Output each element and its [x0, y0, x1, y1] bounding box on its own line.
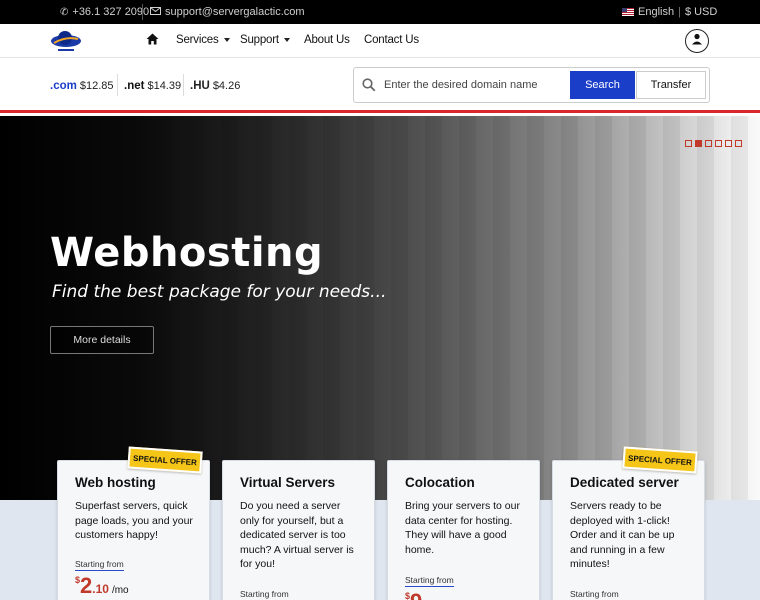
locale-divider: |	[678, 6, 681, 18]
slider-dot-active[interactable]	[695, 140, 702, 147]
user-account-button[interactable]	[685, 29, 709, 53]
price-integer: 9	[410, 589, 422, 600]
tld-hu[interactable]: .HU $4.26	[190, 80, 240, 92]
tld-net[interactable]: .net $14.39	[124, 80, 181, 92]
phone-icon: ✆	[60, 6, 69, 18]
slider-dot[interactable]	[725, 140, 732, 147]
special-offer-badge: SPECIAL OFFER	[127, 446, 203, 474]
user-icon	[691, 32, 703, 50]
domain-search-input[interactable]	[384, 71, 564, 99]
hero-title: Webhosting	[50, 230, 324, 276]
starting-from-label: Starting from	[240, 589, 289, 599]
tld-hu-price: $4.26	[212, 80, 241, 92]
email-address: support@servergalactic.com	[165, 6, 305, 18]
divider	[117, 74, 118, 96]
nav-services[interactable]: Services	[176, 34, 230, 46]
envelope-icon	[150, 6, 161, 18]
divider	[142, 4, 143, 20]
language-label: English	[638, 6, 675, 18]
nav-about-label: About Us	[304, 34, 350, 46]
price-integer: 2	[80, 573, 93, 598]
divider	[183, 74, 184, 96]
nav-support[interactable]: Support	[240, 34, 290, 46]
card-title: Colocation	[405, 475, 475, 490]
nav-contact-us[interactable]: Contact Us	[364, 34, 419, 46]
nav-services-label: Services	[176, 34, 219, 46]
service-card-colocation[interactable]: Colocation Bring your servers to our dat…	[387, 460, 540, 600]
card-description: Servers ready to be deployed with 1-clic…	[570, 500, 675, 570]
hero-slider: Webhosting Find the best package for you…	[0, 116, 760, 500]
nav-contact-label: Contact Us	[364, 34, 419, 46]
domain-search-bar: .com $12.85 .net $14.39 .HU $4.26 Search…	[0, 58, 760, 113]
slider-dot[interactable]	[705, 140, 712, 147]
phone-number: +36.1 327 2090	[72, 6, 150, 18]
email-contact[interactable]: support@servergalactic.com	[150, 6, 305, 18]
starting-from-label: Starting from	[570, 589, 619, 599]
slider-dot[interactable]	[715, 140, 722, 147]
card-description: Bring your servers to our data center fo…	[405, 500, 520, 556]
starting-from-label: Starting from	[405, 575, 454, 587]
slider-pagination	[685, 140, 742, 147]
tld-net-name: .net	[124, 80, 145, 92]
currency-label: $ USD	[684, 6, 718, 18]
card-price: $ 9	[405, 589, 422, 600]
search-button[interactable]: Search	[570, 71, 635, 99]
transfer-button[interactable]: Transfer	[636, 71, 706, 99]
price-decimal: .10	[92, 582, 109, 596]
servergalactic-logo[interactable]	[50, 28, 82, 54]
slider-dot[interactable]	[735, 140, 742, 147]
special-offer-badge: SPECIAL OFFER	[622, 446, 698, 474]
tld-com[interactable]: .com $12.85	[50, 80, 114, 92]
domain-search-form: Search Transfer	[353, 67, 710, 103]
search-icon	[362, 78, 376, 92]
service-card-virtual-servers[interactable]: Virtual Servers Do you need a server onl…	[222, 460, 375, 600]
tld-hu-name: .HU	[190, 80, 210, 92]
us-flag-icon	[622, 8, 634, 16]
card-description: Superfast servers, quick page loads, you…	[75, 500, 193, 541]
hero-subtitle: Find the best package for your needs...	[52, 282, 387, 302]
tld-com-price: $12.85	[79, 80, 114, 92]
home-icon	[146, 33, 159, 48]
price-period: /mo	[111, 585, 129, 596]
tld-net-price: $14.39	[147, 80, 182, 92]
phone-contact[interactable]: ✆ +36.1 327 2090	[60, 6, 149, 18]
locale-selector[interactable]: English | $ USD	[622, 6, 717, 18]
card-description: Do you need a server only for yourself, …	[240, 500, 354, 570]
chevron-down-icon	[283, 38, 290, 42]
nav-support-label: Support	[240, 34, 279, 46]
main-navbar: Services Support About Us Contact Us	[0, 24, 760, 58]
starting-from-label: Starting from	[75, 559, 124, 571]
card-price: $ 2 .10 /mo	[75, 573, 129, 599]
hero-background	[0, 116, 760, 500]
service-card-web-hosting[interactable]: SPECIAL OFFER Web hosting Superfast serv…	[57, 446, 210, 600]
more-details-button[interactable]: More details	[50, 326, 154, 354]
card-title: Web hosting	[75, 475, 156, 490]
nav-about-us[interactable]: About Us	[304, 34, 350, 46]
card-title: Virtual Servers	[240, 475, 336, 490]
chevron-down-icon	[223, 38, 230, 42]
card-title: Dedicated server	[570, 475, 679, 490]
service-card-dedicated-server[interactable]: SPECIAL OFFER Dedicated server Servers r…	[552, 446, 705, 600]
home-link[interactable]	[146, 33, 159, 48]
top-bar: ✆ +36.1 327 2090 support@servergalactic.…	[0, 0, 760, 24]
tld-com-name: .com	[50, 80, 77, 92]
slider-dot[interactable]	[685, 140, 692, 147]
